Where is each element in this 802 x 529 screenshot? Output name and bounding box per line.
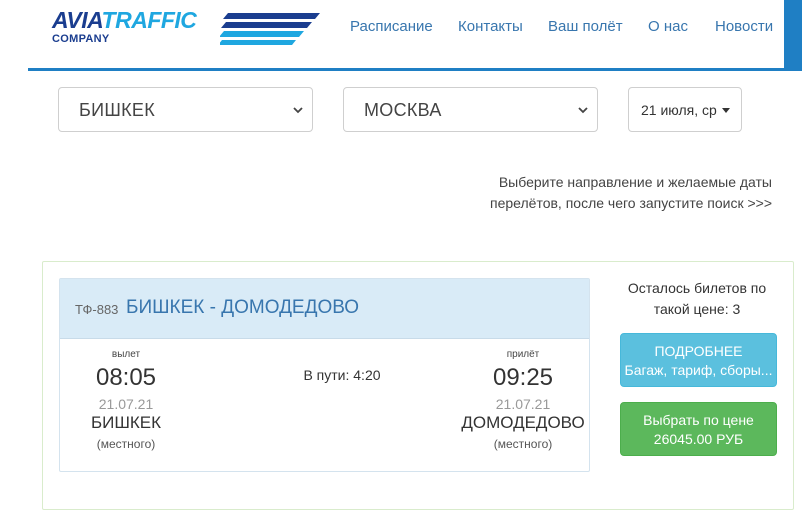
nav-news[interactable]: Новости [715,18,773,35]
header-divider [28,68,802,71]
site-header: AVIATRAFFIC COMPANY Расписание Контакты … [0,0,802,72]
departure-local-note: (местного) [96,437,156,451]
departure-date: 21.07.21 [98,396,154,412]
flight-number: ТФ-883 [75,302,119,317]
nav-your-flight[interactable]: Ваш полёт [548,18,623,35]
chevron-down-icon [578,107,588,114]
arrival-block: прилёт 09:25 21.07.21 ДОМОДЕДОВО (местно… [460,349,586,451]
arrival-time: 09:25 [492,364,554,391]
arrival-city: ДОМОДЕДОВО [461,413,585,432]
origin-select[interactable]: БИШКЕК [58,87,313,132]
nav-active-tab[interactable] [784,0,802,68]
logo-wordmark: AVIATRAFFIC [52,7,197,33]
select-price-button[interactable]: Выбрать по цене 26045.00 РУБ [620,402,777,456]
flight-info-panel: ТФ-883 БИШКЕК - ДОМОДЕДОВО вылет 08:05 2… [59,278,590,472]
caret-down-icon [722,108,730,113]
chevron-down-icon [293,107,303,114]
departure-time: 08:05 [95,364,157,391]
arrival-local-note: (местного) [493,437,553,451]
origin-value: БИШКЕК [79,100,156,120]
departure-block: вылет 08:05 21.07.21 БИШКЕК (местного) [76,349,176,451]
logo[interactable]: AVIATRAFFIC COMPANY [52,6,322,50]
tickets-left-text: Осталось билетов по такой цене: 3 [627,280,767,317]
logo-stripes-icon [220,13,320,45]
date-value: 21 июля, ср [641,102,717,118]
nav-contacts[interactable]: Контакты [458,18,523,35]
destination-value: МОСКВА [364,100,442,120]
departure-city: БИШКЕК [90,413,162,432]
flight-header: ТФ-883 БИШКЕК - ДОМОДЕДОВО [60,279,589,339]
details-button[interactable]: ПОДРОБНЕЕ Багаж, тариф, сборы... [620,333,777,387]
logo-subtitle: COMPANY [52,33,110,45]
destination-select[interactable]: МОСКВА [343,87,598,132]
arrival-label: прилёт [506,349,540,360]
flight-route: БИШКЕК - ДОМОДЕДОВО [126,297,360,318]
search-hint: Выберите направление и желаемые даты пер… [490,174,772,211]
flight-duration: В пути: 4:20 [303,367,381,383]
nav-about[interactable]: О нас [648,18,688,35]
date-picker-button[interactable]: 21 июля, ср [628,87,742,132]
nav-schedule[interactable]: Расписание [350,18,433,35]
departure-label: вылет [111,349,141,360]
arrival-date: 21.07.21 [495,396,551,412]
